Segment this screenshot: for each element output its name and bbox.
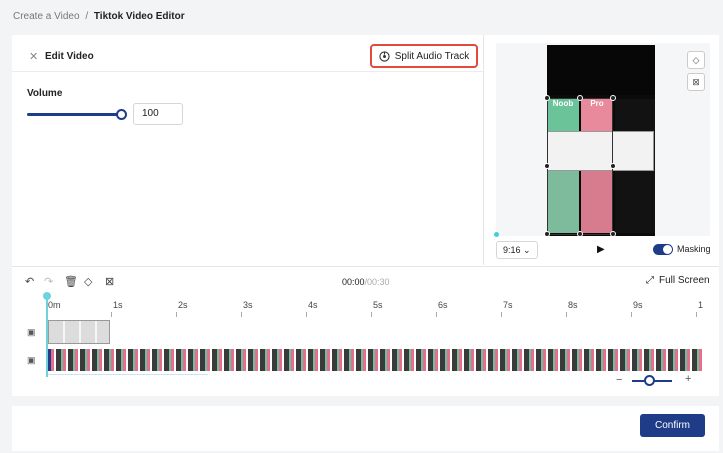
tick-label: 8s	[568, 300, 578, 310]
undo-icon[interactable]: ↶	[25, 275, 34, 288]
tick-label: 4s	[308, 300, 318, 310]
tick-label: 1s	[113, 300, 123, 310]
tick-mark	[371, 312, 372, 317]
trash-icon[interactable]: 🗑	[64, 275, 78, 288]
resize-handle[interactable]	[610, 231, 616, 237]
eraser-icon[interactable]: ◇	[687, 51, 705, 69]
zoom-in-icon[interactable]: +	[685, 373, 691, 385]
resize-handle[interactable]	[577, 95, 583, 101]
fullscreen-icon: ⤢	[646, 275, 654, 286]
video-top-area	[547, 45, 655, 95]
close-icon[interactable]: ✕	[29, 50, 38, 63]
footer-bar: Confirm	[12, 406, 719, 451]
tick-mark	[241, 312, 242, 317]
playhead-marker	[494, 232, 499, 237]
masking-toggle[interactable]	[653, 244, 673, 255]
preview-canvas: Noob Pro ◇ ⊠	[494, 43, 710, 237]
breadcrumb: Create a Video / Tiktok Video Editor	[13, 11, 185, 22]
timeline-scrollbar[interactable]	[48, 374, 208, 375]
time-ruler[interactable]: 0m 1s 2s 3s 4s 5s 6s 7s 8s 9s 1	[46, 295, 706, 317]
selection-box[interactable]	[547, 98, 613, 235]
crop-icon[interactable]: ⊠	[687, 73, 705, 91]
edit-panel-header: ✕ Edit Video Split Audio Track	[12, 35, 483, 72]
tick-mark	[176, 312, 177, 317]
timeline: ↶ ↷ 🗑 ◇ ⊠ 00:00/00:30 ⤢ Full Screen 0m 1s…	[12, 266, 719, 396]
resize-handle[interactable]	[610, 95, 616, 101]
volume-input[interactable]: 100	[133, 103, 183, 125]
resize-handle[interactable]	[544, 95, 550, 101]
breadcrumb-current: Tiktok Video Editor	[93, 11, 185, 22]
resize-handle[interactable]	[544, 163, 550, 169]
tick-label: 5s	[373, 300, 383, 310]
eraser-tool-icon[interactable]: ◇	[84, 275, 92, 288]
video-editor: ✕ Edit Video Split Audio Track Volume 10…	[12, 35, 719, 396]
tick-mark	[696, 312, 697, 317]
resize-handle[interactable]	[610, 163, 616, 169]
aspect-ratio-select[interactable]: 9:16 ⌄	[496, 241, 538, 259]
volume-slider-thumb[interactable]	[116, 109, 127, 120]
volume-label: Volume	[27, 88, 63, 99]
tick-label: 3s	[243, 300, 253, 310]
total-time: /00:30	[364, 277, 390, 287]
full-screen-button[interactable]: ⤢ Full Screen	[646, 275, 710, 286]
preview-panel: Noob Pro ◇ ⊠ 9:16 ⌄ ▶ Masking	[494, 43, 711, 265]
audio-split-icon	[379, 50, 390, 62]
tick-label: 6s	[438, 300, 448, 310]
zoom-out-icon[interactable]: −	[616, 374, 622, 386]
confirm-button[interactable]: Confirm	[640, 414, 705, 437]
tick-label: 7s	[503, 300, 513, 310]
edit-panel: ✕ Edit Video Split Audio Track Volume 10…	[12, 35, 484, 265]
full-screen-label: Full Screen	[659, 275, 710, 286]
resize-handle[interactable]	[544, 231, 550, 237]
edit-video-title: Edit Video	[45, 51, 94, 62]
tick-mark	[111, 312, 112, 317]
volume-slider-track[interactable]	[27, 113, 121, 116]
redo-icon[interactable]: ↷	[44, 275, 53, 288]
main-video-clip[interactable]	[48, 349, 702, 371]
aspect-ratio-value: 9:16	[503, 245, 521, 255]
split-audio-track-button[interactable]: Split Audio Track	[370, 44, 478, 68]
split-audio-track-label: Split Audio Track	[394, 50, 470, 62]
timeline-playhead[interactable]	[43, 292, 51, 377]
tick-mark	[306, 312, 307, 317]
time-readout: 00:00/00:30	[342, 277, 390, 287]
breadcrumb-parent[interactable]: Create a Video	[13, 11, 80, 22]
tick-mark	[501, 312, 502, 317]
tick-label: 2s	[178, 300, 188, 310]
video-track-icon: ▣	[27, 355, 36, 365]
overlay-track-icon: ▣	[27, 327, 36, 337]
tick-label: 9s	[633, 300, 643, 310]
tick-label: 1	[698, 300, 704, 310]
current-time: 00:00	[342, 277, 365, 287]
tick-mark	[631, 312, 632, 317]
overlay-clip[interactable]	[48, 320, 110, 344]
resize-handle[interactable]	[577, 231, 583, 237]
crop-tool-icon[interactable]: ⊠	[105, 275, 114, 288]
video-preview[interactable]: Noob Pro	[544, 45, 655, 237]
tick-mark	[566, 312, 567, 317]
masking-label: Masking	[677, 244, 711, 254]
tick-mark	[436, 312, 437, 317]
breadcrumb-separator: /	[85, 11, 89, 22]
tick-label: 0m	[48, 300, 61, 310]
zoom-slider-thumb[interactable]	[644, 375, 655, 386]
play-icon[interactable]: ▶	[597, 244, 605, 255]
